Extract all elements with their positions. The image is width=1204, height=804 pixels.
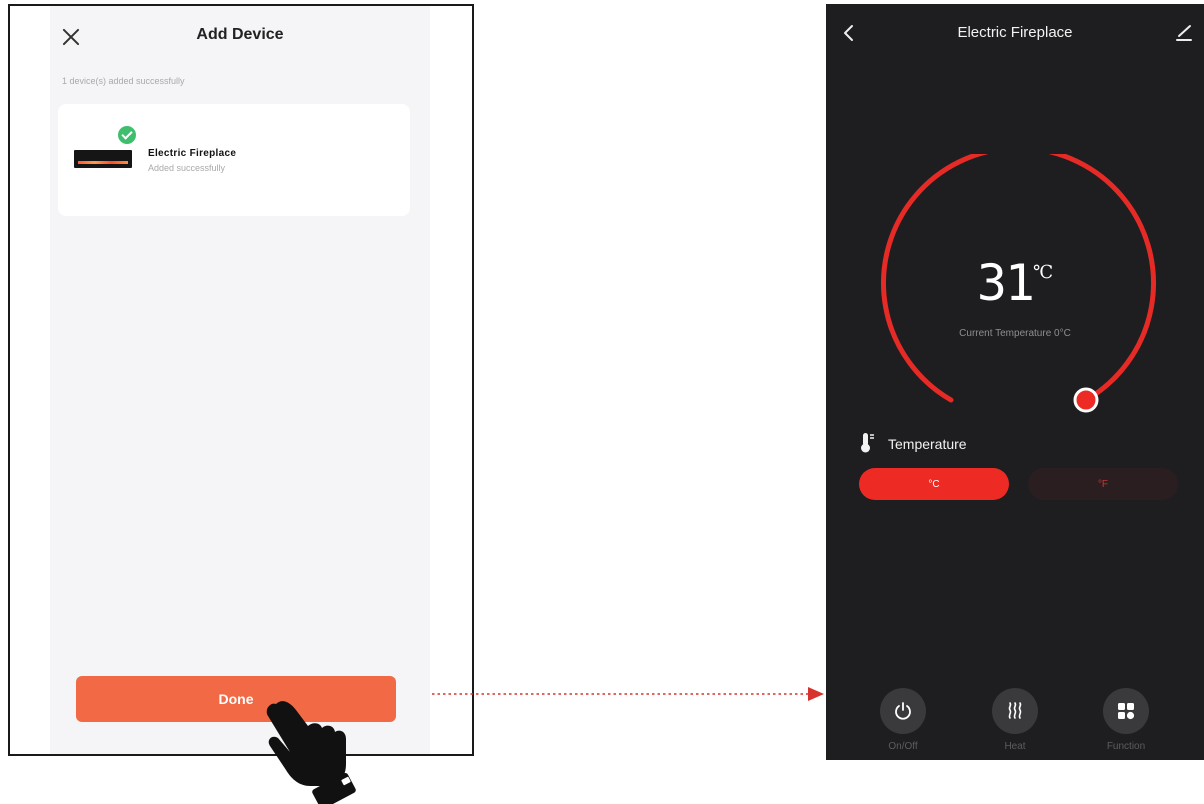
check-icon <box>118 126 136 144</box>
fahrenheit-button[interactable]: °F <box>1028 468 1178 500</box>
page-title: Add Device <box>196 26 284 43</box>
flow-arrow <box>432 687 824 701</box>
power-button[interactable] <box>880 688 926 734</box>
function-grid-icon <box>1118 703 1135 720</box>
pointing-hand-icon <box>266 701 356 804</box>
celsius-button[interactable]: °C <box>859 468 1009 500</box>
temperature-unit: ℃ <box>1033 262 1054 283</box>
power-label: On/Off <box>888 741 918 752</box>
heat-icon <box>1008 702 1022 719</box>
heat-button[interactable] <box>992 688 1038 734</box>
heat-label: Heat <box>1004 741 1026 752</box>
temperature-value: 31℃ <box>826 258 1204 308</box>
current-temperature-text: Current Temperature 0°C <box>959 328 1071 339</box>
dial-knob <box>1073 387 1099 413</box>
function-button[interactable] <box>1103 688 1149 734</box>
add-device-screen: Add Device 1 device(s) added successfull… <box>50 6 430 754</box>
device-status: Added successfully <box>148 163 226 173</box>
added-count-text: 1 device(s) added successfully <box>62 76 185 86</box>
fireplace-thumbnail <box>74 150 132 168</box>
thermometer-icon <box>861 433 874 453</box>
function-label: Function <box>1106 741 1146 752</box>
device-card[interactable]: Electric Fireplace Added successfully <box>58 104 410 216</box>
add-device-screenshot: Add Device 1 device(s) added successfull… <box>8 4 474 756</box>
power-icon <box>895 702 911 720</box>
temperature-label: Temperature <box>888 436 967 452</box>
page-title: Electric Fireplace <box>957 24 1073 41</box>
edit-icon[interactable] <box>1174 22 1194 42</box>
temperature-number: 31 <box>976 254 1035 312</box>
fireplace-control-screen: Electric Fireplace 31℃ Current Temperatu… <box>826 4 1204 760</box>
device-name: Electric Fireplace <box>148 148 237 159</box>
